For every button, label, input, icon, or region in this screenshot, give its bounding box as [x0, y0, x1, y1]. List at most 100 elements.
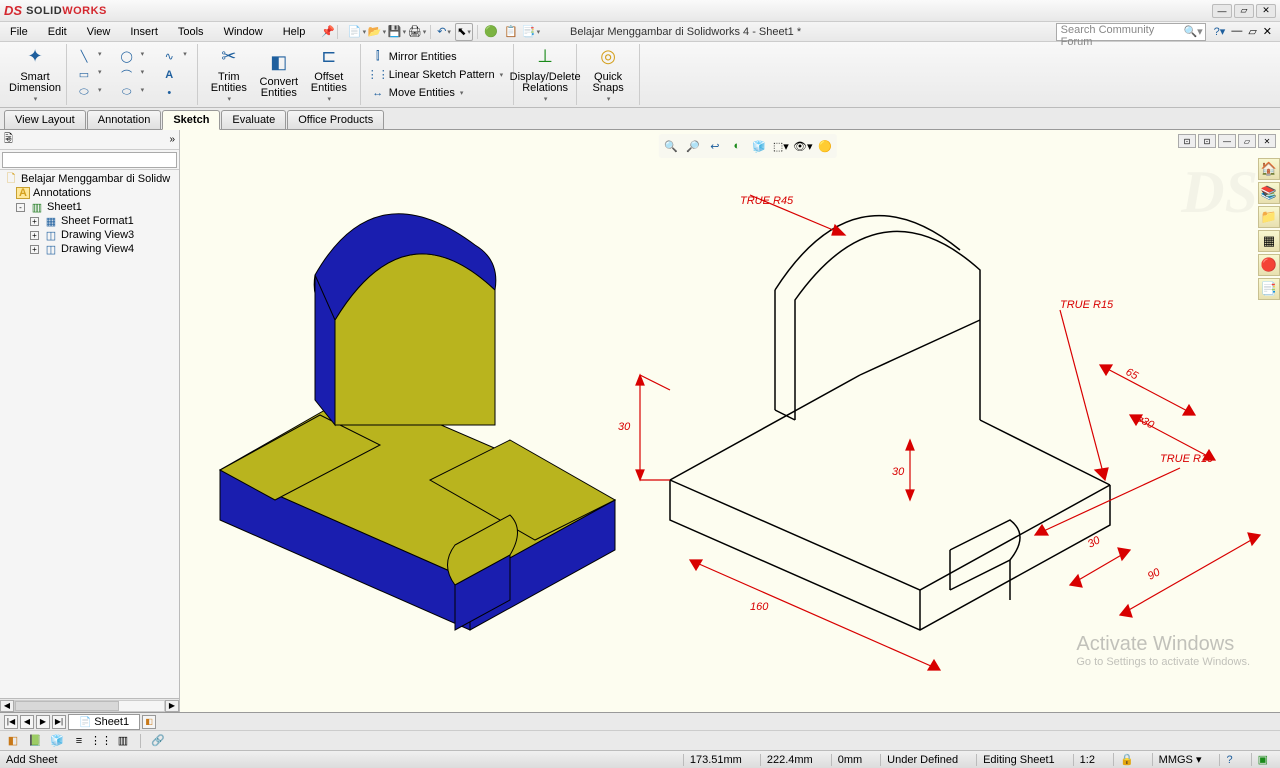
sidebar-scrollbar[interactable]: ◀▶	[0, 698, 179, 712]
text-tool[interactable]: A	[162, 68, 176, 82]
tab-view-layout[interactable]: View Layout	[4, 110, 86, 129]
tab-office-products[interactable]: Office Products	[287, 110, 384, 129]
save-button[interactable]: 💾▾	[388, 23, 406, 41]
status-units[interactable]: MMGS ▾	[1152, 753, 1208, 766]
canvas-dock2[interactable]: ⊡	[1198, 134, 1216, 148]
expand-icon[interactable]: +	[30, 231, 39, 240]
window-close[interactable]: ✕	[1256, 4, 1276, 18]
tab-annotation[interactable]: Annotation	[87, 110, 162, 129]
circle-tool[interactable]: ◯	[120, 50, 134, 64]
appearance-button[interactable]: 🟡	[815, 136, 835, 156]
rect-tool[interactable]: ▭	[77, 68, 91, 82]
collapse-icon[interactable]: -	[16, 203, 25, 212]
offset-button[interactable]: ⊏Offset Entities▾	[304, 45, 354, 105]
canvas-minimize[interactable]: —	[1218, 134, 1236, 148]
search-input[interactable]: Search Community Forum 🔍▾	[1056, 23, 1206, 41]
3d-btn[interactable]: 🧊	[48, 733, 66, 749]
sheet-first[interactable]: |◀	[4, 715, 18, 729]
sheet-next[interactable]: ▶	[36, 715, 50, 729]
motion-btn[interactable]: 📗	[26, 733, 44, 749]
mirror-button[interactable]: ⫿Mirror Entities	[367, 48, 461, 66]
slot-tool[interactable]: ⬭	[77, 86, 91, 100]
sheet-tab-1[interactable]: 📄 Sheet1	[68, 714, 140, 730]
tab-evaluate[interactable]: Evaluate	[221, 110, 286, 129]
smart-dimension-button[interactable]: ✦ Smart Dimension ▾	[10, 45, 60, 105]
collapse-panel-button[interactable]: »	[169, 134, 175, 145]
expand-icon[interactable]: +	[30, 217, 39, 226]
window-minimize[interactable]: —	[1212, 4, 1232, 18]
pushpin-icon[interactable]: 📌	[321, 25, 335, 38]
search-icon[interactable]: 🔍▾	[1183, 25, 1202, 38]
display-style-button[interactable]: ⬚▾	[771, 136, 791, 156]
hide-show-button[interactable]: 👁▾	[793, 136, 813, 156]
library-button[interactable]: 📚	[1258, 182, 1280, 204]
properties-button[interactable]: 📑▾	[522, 23, 540, 41]
undo-button[interactable]: ↶▾	[435, 23, 453, 41]
menu-window[interactable]: Window	[214, 24, 273, 40]
move-button[interactable]: ↔Move Entities▾	[367, 84, 468, 102]
app-minimize[interactable]: —	[1231, 25, 1242, 38]
menu-view[interactable]: View	[77, 24, 121, 40]
status-help[interactable]: ?	[1219, 754, 1238, 766]
view-orientation-button[interactable]: 🧊	[749, 136, 769, 156]
zoom-fit-button[interactable]: 🔍	[661, 136, 681, 156]
custom-props-button[interactable]: 📑	[1258, 278, 1280, 300]
view-palette-button[interactable]: ▦	[1258, 230, 1280, 252]
canvas-dock[interactable]: ⊡	[1178, 134, 1196, 148]
spline-tool[interactable]: ∿	[162, 50, 176, 64]
menu-insert[interactable]: Insert	[120, 24, 168, 40]
previous-view-button[interactable]: ↩	[705, 136, 725, 156]
print-button[interactable]: 🖨▾	[408, 23, 426, 41]
tree-filter-icon[interactable]: 🗟	[4, 130, 13, 149]
folder-button[interactable]: 📁	[1258, 206, 1280, 228]
menu-edit[interactable]: Edit	[38, 24, 77, 40]
sheet-prev[interactable]: ◀	[20, 715, 34, 729]
tree-view4[interactable]: +◫Drawing View4	[2, 242, 177, 256]
point-tool[interactable]: •	[162, 86, 176, 100]
convert-button[interactable]: ◧Convert Entities	[254, 45, 304, 105]
ellipse-tool[interactable]: ⬭	[120, 86, 134, 100]
display-relations-button[interactable]: ⊥Display/Delete Relations▾	[520, 45, 570, 105]
appearances-button[interactable]: 🔴	[1258, 254, 1280, 276]
sheet-last[interactable]: ▶|	[52, 715, 66, 729]
help-button[interactable]: ?▾	[1214, 25, 1226, 38]
status-scale[interactable]: 1:2	[1073, 754, 1101, 766]
tree-view3[interactable]: +◫Drawing View3	[2, 228, 177, 242]
pattern-button[interactable]: ⋮⋮Linear Sketch Pattern▾	[367, 66, 507, 84]
expand-icon[interactable]: +	[30, 245, 39, 254]
app-restore[interactable]: ▱	[1248, 25, 1256, 38]
tree-sheet-format[interactable]: +▦Sheet Format1	[2, 214, 177, 228]
tree-sheet1[interactable]: -▥Sheet1	[2, 200, 177, 214]
menu-file[interactable]: File	[0, 24, 38, 40]
options-button[interactable]: 📋	[502, 23, 520, 41]
home-button[interactable]: 🏠	[1258, 158, 1280, 180]
section-view-button[interactable]: ◐	[727, 136, 747, 156]
zoom-area-button[interactable]: 🔎	[683, 136, 703, 156]
rebuild-button[interactable]: 🟢	[482, 23, 500, 41]
align-btn[interactable]: ▥	[114, 733, 132, 749]
tab-sketch[interactable]: Sketch	[162, 110, 220, 130]
status-warn[interactable]: ▣	[1251, 753, 1274, 766]
tree-root[interactable]: 🗋Belajar Menggambar di Solidw	[2, 172, 177, 186]
add-sheet-button[interactable]: ◧	[142, 715, 156, 729]
arc-tool[interactable]: ⌒	[120, 68, 134, 82]
trim-button[interactable]: ✂Trim Entities▾	[204, 45, 254, 105]
status-lock-icon[interactable]: 🔒	[1113, 753, 1140, 766]
tree-annotations[interactable]: AAnnotations	[2, 186, 177, 200]
quick-snaps-button[interactable]: ◎Quick Snaps▾	[583, 45, 633, 105]
drawing-canvas[interactable]: DS 🔍 🔎 ↩ ◐ 🧊 ⬚▾ 👁▾ 🟡 ⊡ ⊡ — ▱ ✕ 🏠 📚 📁 ▦ 🔴…	[180, 130, 1280, 712]
select-button[interactable]: ⬉▾	[455, 23, 473, 41]
open-doc-button[interactable]: 📂▾	[368, 23, 386, 41]
model-btn[interactable]: ◧	[4, 733, 22, 749]
line-tool[interactable]: ╲	[77, 50, 91, 64]
menu-help[interactable]: Help	[273, 24, 316, 40]
menu-tools[interactable]: Tools	[168, 24, 214, 40]
canvas-close[interactable]: ✕	[1258, 134, 1276, 148]
grid-btn[interactable]: ⋮⋮	[92, 733, 110, 749]
new-doc-button[interactable]: 📄▾	[348, 23, 366, 41]
canvas-restore[interactable]: ▱	[1238, 134, 1256, 148]
app-close[interactable]: ✕	[1263, 25, 1272, 38]
link-btn[interactable]: 🔗	[149, 733, 167, 749]
window-restore[interactable]: ▱	[1234, 4, 1254, 18]
tree-filter-input[interactable]	[2, 152, 177, 168]
